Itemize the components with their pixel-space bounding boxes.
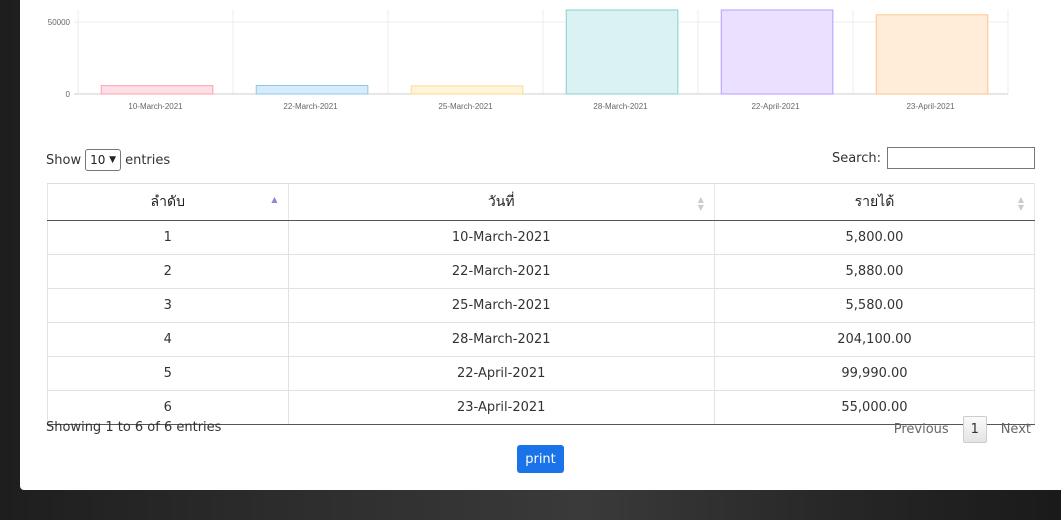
cell-revenue: 5,580.00 [713, 288, 1036, 323]
bar-23-April-2021 [875, 14, 989, 95]
cell-order: 2 [47, 254, 289, 289]
column-header-date[interactable]: วันที่ ▲ ▼ [287, 183, 715, 221]
bar-22-March-2021 [255, 85, 369, 95]
search-control: Search: [832, 147, 1035, 169]
search-input[interactable] [887, 147, 1035, 169]
cell-order: 3 [47, 288, 289, 323]
cell-date: 22-March-2021 [287, 254, 715, 289]
table-info: Showing 1 to 6 of 6 entries [46, 420, 222, 435]
print-button[interactable]: print [517, 445, 564, 473]
bar-10-March-2021 [100, 85, 214, 95]
length-control: Show 10 ▼ entries [46, 149, 170, 171]
x-tick-label: 25-March-2021 [438, 102, 493, 111]
cell-revenue: 5,880.00 [713, 254, 1036, 289]
cell-order: 1 [47, 220, 289, 255]
column-header-revenue[interactable]: รายได้ ▲ ▼ [713, 183, 1036, 221]
cell-revenue: 5,800.00 [713, 220, 1036, 255]
sort-both-icon: ▲ ▼ [697, 195, 704, 212]
cell-revenue: 99,990.00 [713, 356, 1036, 391]
table-row: 5 22-April-2021 99,990.00 [47, 356, 1036, 391]
pagination: Previous 1 Next [894, 416, 1031, 443]
cell-date: 22-April-2021 [287, 356, 715, 391]
bar-22-April-2021 [720, 9, 834, 95]
chevron-down-icon: ▼ [109, 155, 117, 165]
cell-date: 25-March-2021 [287, 288, 715, 323]
x-tick-label: 22-March-2021 [283, 102, 338, 111]
cell-order: 5 [47, 356, 289, 391]
x-tick-label: 22-April-2021 [751, 102, 800, 111]
column-header-label: ลำดับ [150, 194, 185, 210]
cell-date: 10-March-2021 [287, 220, 715, 255]
content-panel: 0 50000 10-March-2021 22-March-2021 25-March… [20, 0, 1061, 490]
y-tick-label: 0 [66, 90, 71, 99]
cell-revenue: 204,100.00 [713, 322, 1036, 357]
x-tick-label: 10-March-2021 [128, 102, 183, 111]
column-header-order[interactable]: ลำดับ ▲ [47, 183, 289, 221]
x-tick-label: 28-March-2021 [593, 102, 648, 111]
chart-svg: 0 50000 10-March-2021 22-March-2021 25-March… [48, 9, 1009, 111]
table-row: 1 10-March-2021 5,800.00 [47, 220, 1036, 255]
entries-label: entries [125, 152, 171, 168]
bar-25-March-2021 [410, 85, 524, 95]
entries-select-value: 10 [90, 153, 106, 167]
cell-order: 4 [47, 322, 289, 357]
y-tick-label: 50000 [48, 18, 71, 27]
cell-date: 28-March-2021 [287, 322, 715, 357]
table-header-row: ลำดับ ▲ วันที่ ▲ ▼ รายได้ ▲ ▼ [47, 183, 1036, 221]
column-header-label: วันที่ [487, 194, 515, 210]
previous-page-link[interactable]: Previous [894, 422, 949, 437]
table-row: 4 28-March-2021 204,100.00 [47, 322, 1036, 357]
table-row: 2 22-March-2021 5,880.00 [47, 254, 1036, 289]
search-label: Search: [831, 150, 881, 166]
table-row: 3 25-March-2021 5,580.00 [47, 288, 1036, 323]
cell-date: 23-April-2021 [287, 390, 715, 425]
revenue-table: ลำดับ ▲ วันที่ ▲ ▼ รายได้ ▲ ▼ 1 10-March-2… [47, 183, 1036, 425]
x-tick-label: 23-April-2021 [906, 102, 955, 111]
page-1-button[interactable]: 1 [962, 416, 987, 443]
show-label: Show [46, 152, 82, 168]
sort-asc-icon: ▲ [271, 195, 278, 204]
column-header-label: รายได้ [854, 194, 895, 210]
revenue-bar-chart: 0 50000 10-March-2021 22-March-2021 25-March… [20, 0, 1061, 128]
bar-28-March-2021 [565, 9, 679, 95]
next-page-link[interactable]: Next [1001, 422, 1031, 437]
sort-both-icon: ▲ ▼ [1017, 195, 1024, 212]
entries-select[interactable]: 10 ▼ [85, 149, 122, 171]
